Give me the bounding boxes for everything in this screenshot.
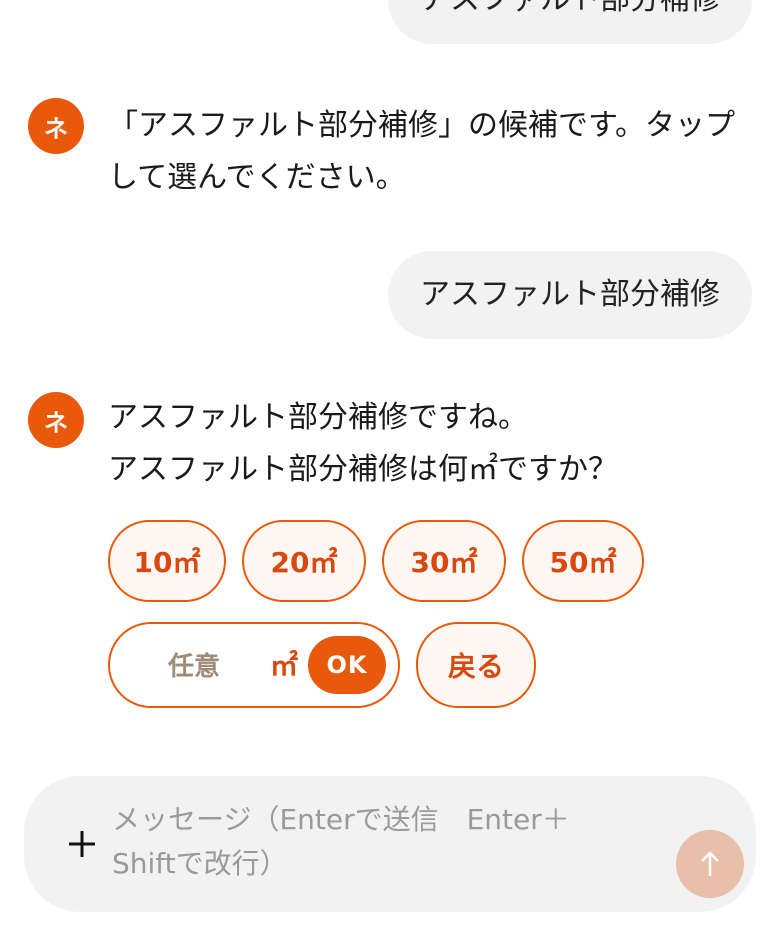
attach-button[interactable]	[54, 816, 110, 872]
assistant-avatar: ネ	[28, 98, 84, 154]
assistant-message-text: アスファルト部分補修ですね。 アスファルト部分補修は何㎡ですか？	[108, 392, 740, 496]
assistant-avatar: ネ	[28, 392, 84, 448]
custom-value-input[interactable]	[166, 646, 270, 688]
option-button-30[interactable]: 30㎡	[382, 520, 506, 602]
unit-label: ㎡	[270, 649, 299, 682]
plus-icon	[69, 831, 95, 857]
ok-button[interactable]: OK	[308, 636, 386, 694]
user-message-text: アスファルト部分補修	[420, 277, 720, 312]
message-input[interactable]	[112, 798, 632, 894]
option-button-20[interactable]: 20㎡	[242, 520, 366, 602]
assistant-message-text: 「アスファルト部分補修」の候補です。タップして選んでください。	[108, 108, 735, 195]
back-button[interactable]: 戻る	[416, 622, 536, 708]
arrow-up-icon	[701, 851, 719, 876]
assistant-message-line: アスファルト部分補修ですね。	[108, 400, 528, 435]
user-message-bubble: アスファルト部分補修	[388, 251, 752, 339]
custom-value-group: ㎡ OK	[108, 622, 400, 708]
send-button[interactable]	[676, 830, 744, 898]
message-composer	[24, 776, 756, 912]
option-button-50[interactable]: 50㎡	[522, 520, 644, 602]
user-message-text: アスファルト部分補修	[420, 0, 720, 17]
assistant-message-line: アスファルト部分補修は何㎡ですか？	[108, 452, 618, 487]
user-message-bubble: アスファルト部分補修	[388, 0, 752, 44]
option-button-10[interactable]: 10㎡	[108, 520, 226, 602]
